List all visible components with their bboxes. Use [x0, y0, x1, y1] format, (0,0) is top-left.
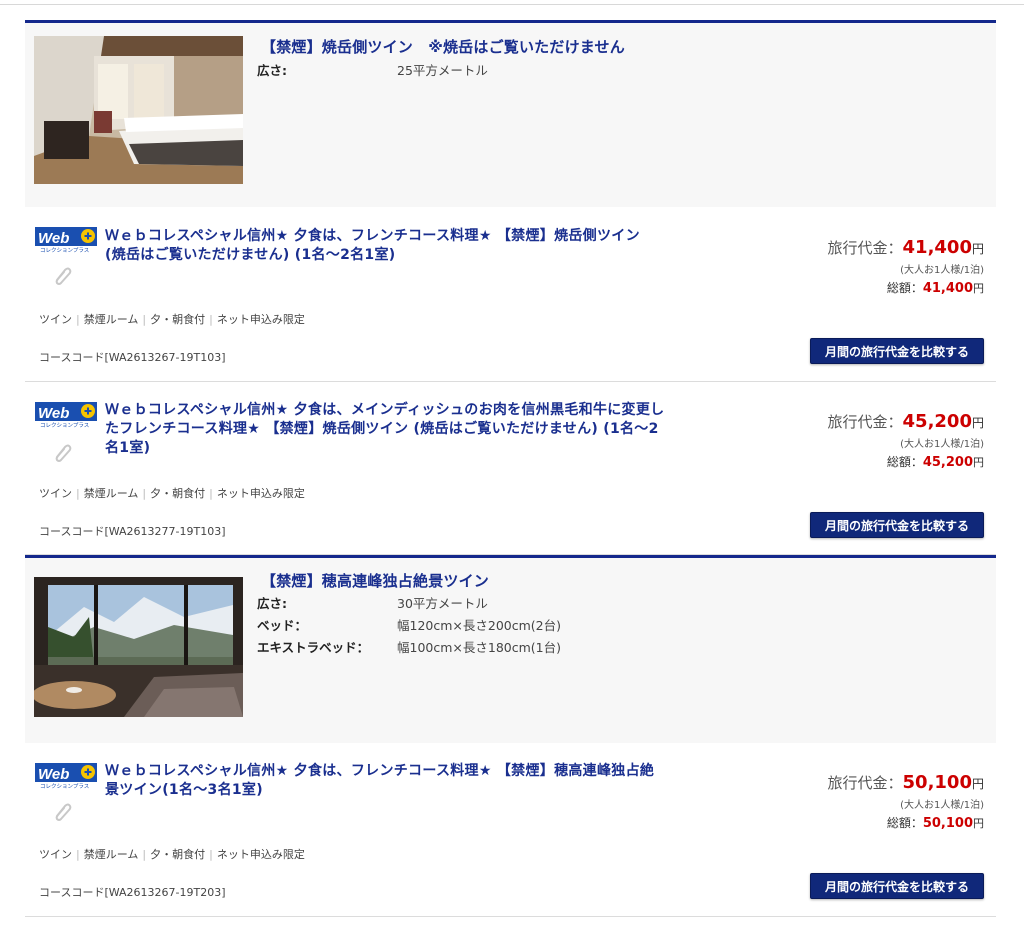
spec-label: ベッド：	[257, 618, 308, 633]
plan-tags: ツイン | 禁煙ルーム | 夕・朝食付 | ネット申込み限定	[39, 848, 305, 861]
spec-value: 幅120cm×長さ200cm(2台)	[397, 618, 561, 633]
total-amount: 45,200	[922, 455, 973, 470]
room-card: 【禁煙】穂高連峰独占絶景ツイン 広さ: 30平方メートル ベッド： 幅120cm×長…	[25, 555, 996, 743]
tag-nonsmoking: 禁煙ルーム	[83, 848, 139, 861]
plan-card: Web コレクションプラス Ｗｅｂコレスペシャル信州★ 夕食は、フレンチコース料…	[25, 207, 996, 382]
room-spec-extra-bed: エキストラベッド： 幅100cm×長さ180cm(1台)	[257, 637, 561, 656]
spec-value: 幅100cm×長さ180cm(1台)	[397, 640, 561, 655]
spec-value: 30平方メートル	[397, 596, 488, 611]
tag-nonsmoking: 禁煙ルーム	[83, 487, 139, 500]
plan-title-link[interactable]: Ｗｅｂコレスペシャル信州★ 夕食は、フレンチコース料理★ 【禁煙】焼岳側ツイン …	[105, 227, 665, 265]
svg-text:コレクションプラス: コレクションプラス	[40, 783, 89, 789]
price-label: 旅行代金：	[827, 774, 903, 792]
spec-label: エキストラベッド：	[257, 640, 370, 655]
tag-net-only: ネット申込み限定	[216, 848, 305, 861]
compare-monthly-price-button[interactable]: 月間の旅行代金を比較する	[810, 512, 984, 538]
price-amount: 45,200	[902, 411, 972, 432]
total-amount: 50,100	[922, 816, 973, 831]
price-yen: 円	[971, 777, 984, 791]
plan-card: Web コレクションプラス Ｗｅｂコレスペシャル信州★ 夕食は、フレンチコース料…	[25, 743, 996, 917]
course-code: コースコード[WA2613267-19T203]	[39, 886, 226, 899]
top-divider	[0, 4, 1024, 5]
total-yen: 円	[973, 817, 984, 830]
price-note: (大人お1人様/1泊)	[900, 800, 984, 811]
room-photo-twin[interactable]	[34, 36, 243, 184]
course-code: コースコード[WA2613267-19T103]	[39, 351, 226, 364]
tag-room-type: ツイン	[39, 313, 72, 326]
plan-card: Web コレクションプラス Ｗｅｂコレスペシャル信州★ 夕食は、メインディッシュ…	[25, 382, 996, 555]
price-label: 旅行代金：	[827, 413, 903, 431]
tag-nonsmoking: 禁煙ルーム	[83, 313, 139, 326]
tag-meals: 夕・朝食付	[150, 313, 206, 326]
compare-monthly-price-button[interactable]: 月間の旅行代金を比較する	[810, 873, 984, 899]
total-yen: 円	[973, 282, 984, 295]
room-spec-bed: ベッド： 幅120cm×長さ200cm(2台)	[257, 615, 561, 634]
room-title: 【禁煙】焼岳側ツイン ※焼岳はご覧いただけません	[261, 38, 625, 56]
price-yen: 円	[971, 242, 984, 256]
web-collection-plus-logo: Web コレクションプラス	[35, 763, 97, 789]
plan-tags: ツイン | 禁煙ルーム | 夕・朝食付 | ネット申込み限定	[39, 487, 305, 500]
spec-label: 広さ:	[257, 63, 287, 78]
price-block: 旅行代金：50,100円 (大人お1人様/1泊) 総額：50,100円	[828, 772, 985, 831]
course-code: コースコード[WA2613277-19T103]	[39, 525, 226, 538]
svg-text:Web: Web	[38, 405, 69, 422]
price-label: 旅行代金：	[827, 239, 903, 257]
svg-text:コレクションプラス: コレクションプラス	[40, 247, 89, 253]
tag-net-only: ネット申込み限定	[216, 487, 305, 500]
paperclip-icon	[55, 267, 72, 285]
tag-meals: 夕・朝食付	[150, 848, 206, 861]
plan-title-link[interactable]: Ｗｅｂコレスペシャル信州★ 夕食は、メインディッシュのお肉を信州黒毛和牛に変更し…	[105, 401, 665, 458]
room-photo-image	[34, 36, 243, 184]
room-photo-panorama[interactable]	[34, 577, 243, 717]
tag-room-type: ツイン	[39, 487, 72, 500]
web-collection-plus-logo: Web コレクションプラス	[35, 227, 97, 253]
svg-text:Web: Web	[38, 766, 69, 783]
price-yen: 円	[971, 416, 984, 430]
svg-text:Web: Web	[38, 230, 69, 247]
room-card: 【禁煙】焼岳側ツイン ※焼岳はご覧いただけません 広さ: 25平方メートル	[25, 20, 996, 207]
tag-net-only: ネット申込み限定	[216, 313, 305, 326]
price-block: 旅行代金：41,400円 (大人お1人様/1泊) 総額：41,400円	[828, 237, 985, 296]
total-amount: 41,400	[922, 281, 973, 296]
web-collection-plus-logo: Web コレクションプラス	[35, 402, 97, 428]
spec-value: 25平方メートル	[397, 63, 488, 78]
plan-title-link[interactable]: Ｗｅｂコレスペシャル信州★ 夕食は、フレンチコース料理★ 【禁煙】穂高連峰独占絶…	[105, 762, 665, 800]
total-label: 総額：	[886, 816, 923, 830]
price-note: (大人お1人様/1泊)	[900, 439, 984, 450]
paperclip-icon	[55, 803, 72, 821]
price-note: (大人お1人様/1泊)	[900, 265, 984, 276]
compare-monthly-price-button[interactable]: 月間の旅行代金を比較する	[810, 338, 984, 364]
price-amount: 50,100	[902, 772, 972, 793]
spec-label: 広さ:	[257, 596, 287, 611]
room-photo-image	[34, 577, 243, 717]
paperclip-icon	[55, 444, 72, 462]
plan-tags: ツイン | 禁煙ルーム | 夕・朝食付 | ネット申込み限定	[39, 313, 305, 326]
total-yen: 円	[973, 456, 984, 469]
total-label: 総額：	[886, 455, 923, 469]
svg-text:コレクションプラス: コレクションプラス	[40, 422, 89, 428]
room-title: 【禁煙】穂高連峰独占絶景ツイン	[261, 572, 490, 590]
tag-meals: 夕・朝食付	[150, 487, 206, 500]
price-amount: 41,400	[902, 237, 972, 258]
tag-room-type: ツイン	[39, 848, 72, 861]
room-spec-area: 広さ: 25平方メートル	[257, 60, 488, 79]
price-block: 旅行代金：45,200円 (大人お1人様/1泊) 総額：45,200円	[828, 411, 985, 470]
total-label: 総額：	[886, 281, 923, 295]
room-spec-area: 広さ: 30平方メートル	[257, 593, 488, 612]
